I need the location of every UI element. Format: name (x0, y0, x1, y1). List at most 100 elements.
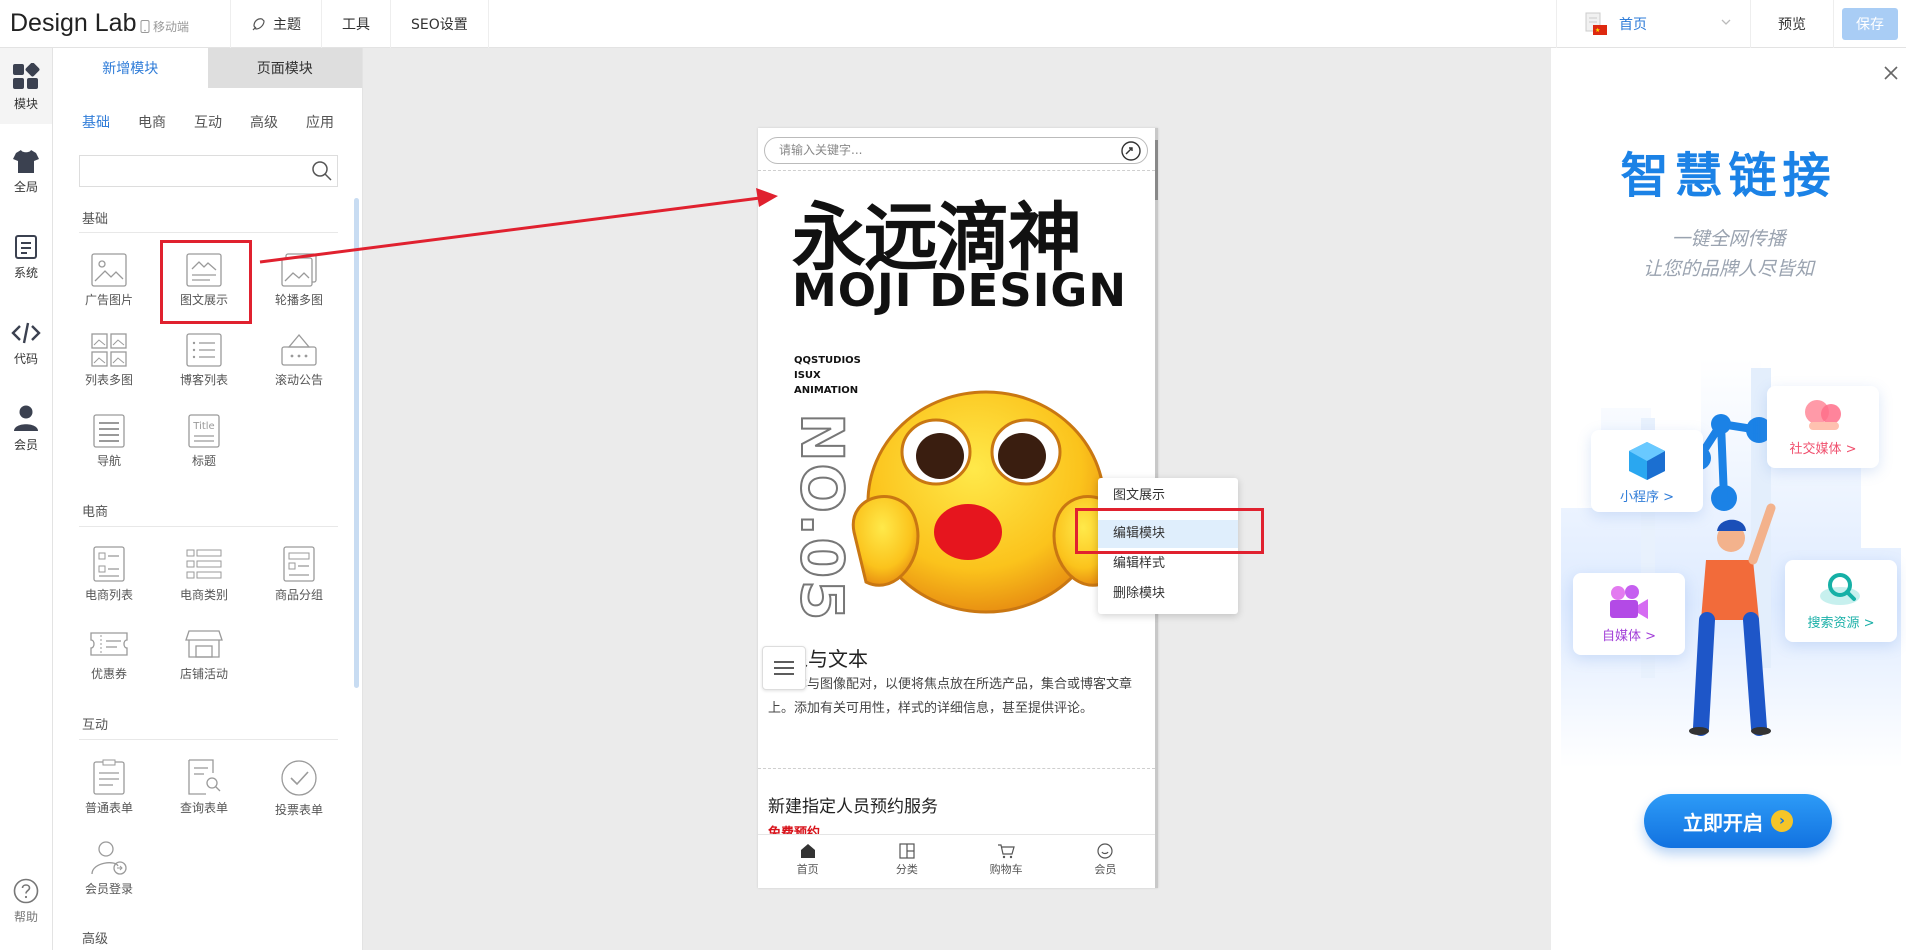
module-member-login[interactable]: 会员登录 (69, 840, 149, 897)
context-edit-style[interactable]: 编辑样式 (1098, 550, 1238, 578)
module-heading[interactable]: Title 标题 (164, 414, 244, 469)
member-login-icon (91, 841, 127, 875)
panel-scrollbar[interactable] (354, 198, 359, 688)
code-icon (11, 322, 41, 344)
tabbar-label: 首页 (796, 863, 819, 876)
module-product-group[interactable]: 商品分组 (259, 546, 339, 603)
search-icon[interactable] (311, 160, 333, 182)
module-label: 电商类别 (179, 588, 228, 602)
tabbar-member[interactable]: 会员 (1056, 835, 1155, 888)
poster-tag: QQSTUDIOS (794, 355, 861, 366)
module-panel: 新增模块 页面模块 基础 电商 互动 高级 应用 基础 广告图片 图文展示 轮播… (53, 48, 363, 950)
notice-icon (281, 333, 317, 366)
rail-item-code[interactable]: 代码 (0, 320, 52, 367)
category-tab-advanced[interactable]: 高级 (250, 112, 278, 132)
module-label: 轮播多图 (274, 293, 323, 307)
preview-button[interactable]: 预览 (1750, 0, 1834, 48)
svg-text:Title: Title (192, 421, 214, 432)
promo-cta-label: 立即开启 (1683, 810, 1763, 835)
arrow-right-icon: › (1771, 810, 1793, 832)
modules-icon (13, 63, 40, 89)
module-query-form[interactable]: 查询表单 (164, 759, 244, 816)
module-list-images[interactable]: 列表多图 (69, 333, 149, 388)
rail-item-help[interactable]: 帮助 (0, 878, 52, 925)
top-nav-theme[interactable]: 主题 (230, 0, 321, 48)
module-label: 导航 (96, 454, 121, 468)
tabbar-category[interactable]: 分类 (857, 835, 956, 888)
promo-card-selfmedia[interactable]: 自媒体 > (1573, 573, 1685, 655)
rail-label: 帮助 (13, 910, 38, 924)
rail-label: 会员 (13, 438, 38, 452)
module-basic-form[interactable]: 普通表单 (69, 759, 149, 816)
module-shop-event[interactable]: 店铺活动 (164, 627, 244, 682)
module-label: 优惠券 (90, 667, 127, 681)
rail-item-system[interactable]: 系统 (0, 234, 52, 281)
highlight-box (160, 240, 252, 324)
magnifier-icon (1820, 573, 1860, 605)
module-coupon[interactable]: 优惠券 (69, 627, 149, 682)
module-ecommerce-list[interactable]: 电商列表 (69, 546, 149, 603)
category-tabs: 基础 电商 互动 高级 应用 (82, 112, 334, 132)
module-ad-image[interactable]: 广告图片 (69, 253, 149, 308)
divider (79, 526, 338, 527)
tab-page-module[interactable]: 页面模块 (207, 48, 362, 88)
module-search-input[interactable] (79, 155, 338, 187)
category-tab-basic[interactable]: 基础 (82, 112, 110, 132)
shirt-icon (13, 150, 39, 173)
tabbar-cart[interactable]: 购物车 (957, 835, 1056, 888)
module-navigation[interactable]: 导航 (69, 414, 149, 469)
phone-tabbar: 首页 分类 购物车 会员 (758, 834, 1155, 888)
close-icon[interactable] (1882, 64, 1900, 82)
tabbar-home[interactable]: 首页 (758, 835, 857, 888)
chevron-down-icon (1721, 19, 1731, 25)
top-nav-seo[interactable]: SEO设置 (390, 0, 489, 48)
shop-icon (185, 630, 223, 658)
promo-line: 让您的品牌人尽皆知 (1642, 258, 1814, 280)
rail-label: 系统 (13, 266, 38, 280)
category-tab-ecommerce[interactable]: 电商 (138, 112, 166, 132)
search-form-icon (188, 759, 221, 795)
category-tab-apps[interactable]: 应用 (306, 112, 334, 132)
category-tab-interactive[interactable]: 互动 (194, 112, 222, 132)
module-label: 商品分组 (274, 588, 323, 602)
rail-item-global[interactable]: 全局 (0, 148, 52, 195)
save-button[interactable]: 保存 (1842, 8, 1898, 40)
rail-label: 代码 (13, 352, 38, 366)
product-list-icon (93, 546, 125, 582)
module-label: 查询表单 (179, 801, 228, 815)
tab-add-module[interactable]: 新增模块 (53, 48, 208, 88)
promo-card-social[interactable]: 社交媒体 > (1767, 386, 1879, 468)
module-carousel[interactable]: 轮播多图 (259, 253, 339, 308)
document-icon (15, 235, 37, 259)
module-vote-form[interactable]: 投票表单 (259, 759, 339, 818)
article-body: 将文本与图像配对，以便将焦点放在所选产品，集合或博客文章上。添加有关可用性，样式… (768, 677, 1133, 716)
promo-card-search[interactable]: 搜索资源 > (1785, 560, 1897, 642)
rail-label: 全局 (13, 180, 38, 194)
module-label: 店铺活动 (179, 667, 228, 681)
cart-icon (998, 844, 1015, 859)
module-ecommerce-category[interactable]: 电商类别 (164, 546, 244, 603)
module-label: 会员登录 (84, 882, 133, 896)
promo-card-label: 自媒体 > (1601, 629, 1657, 644)
help-icon (13, 878, 39, 904)
search-icon[interactable] (1119, 140, 1143, 162)
rail-item-member[interactable]: 会员 (0, 404, 52, 453)
promo-card-miniprogram[interactable]: 小程序 > (1591, 430, 1703, 512)
page-select[interactable]: ★ 首页 (1556, 0, 1750, 48)
module-blog-list[interactable]: 博客列表 (164, 333, 244, 388)
social-media-icon (1805, 400, 1841, 430)
promo-title: 智慧链接 (1620, 148, 1837, 204)
mobile-view-toggle[interactable]: 移动端 (140, 18, 189, 35)
promo-cta-button[interactable]: 立即开启 › (1644, 794, 1832, 848)
page-select-value: 首页 (1619, 17, 1647, 33)
video-camera-icon (1610, 585, 1648, 619)
phone-search-input[interactable]: 请输入关键字... (764, 137, 1148, 164)
module-menu-handle[interactable] (762, 646, 806, 690)
context-delete-module[interactable]: 删除模块 (1098, 580, 1238, 608)
rail-item-modules[interactable]: 模块 (0, 48, 52, 124)
top-nav-tools[interactable]: 工具 (321, 0, 390, 48)
top-nav-label: SEO设置 (411, 17, 468, 33)
module-label: 广告图片 (84, 293, 133, 307)
module-scroll-notice[interactable]: 滚动公告 (259, 333, 339, 388)
mobile-label: 移动端 (153, 20, 190, 34)
